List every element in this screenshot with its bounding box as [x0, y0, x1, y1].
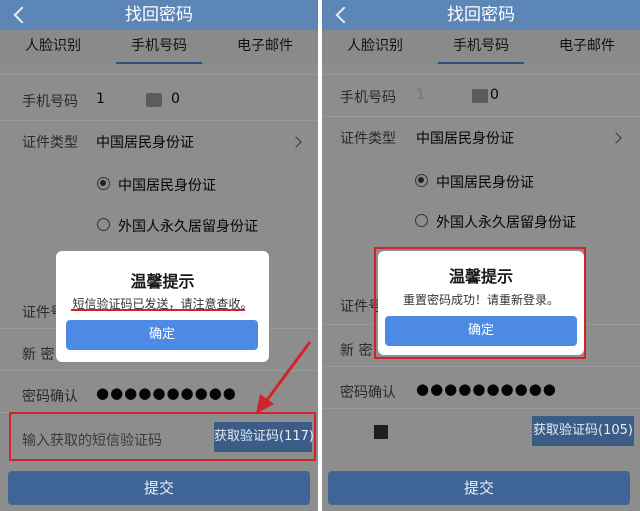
confirm-password-label: 密码确认 [340, 385, 396, 401]
page-title: 找回密码 [447, 5, 515, 25]
redacted-digits [472, 89, 488, 103]
radio-foreigner-id-label: 外国人永久居留身份证 [436, 215, 576, 231]
divider [322, 408, 640, 409]
phone-value-start: 1 [416, 87, 425, 103]
id-type-value[interactable]: 中国居民身份证 [416, 128, 514, 148]
page-title: 找回密码 [125, 5, 193, 25]
id-type-value[interactable]: 中国居民身份证 [96, 132, 194, 152]
dialog-title: 温馨提示 [130, 272, 195, 291]
header-bar: 找回密码 [0, 0, 318, 30]
chevron-right-icon[interactable] [610, 132, 622, 144]
phone-label: 手机号码 [340, 90, 396, 106]
tab-phone-number[interactable]: 手机号码 [106, 30, 212, 64]
tab-face-recognition[interactable]: 人脸识别 [0, 30, 106, 64]
confirm-password-input[interactable]: ●●●●●●●●●● [416, 380, 557, 398]
annotation-arrow-icon [256, 341, 312, 414]
tab-label: 手机号码 [453, 38, 509, 54]
id-type-label: 证件类型 [340, 131, 396, 147]
header-bar: 找回密码 [322, 0, 640, 30]
divider [322, 116, 640, 117]
tab-bar: 人脸识别 手机号码 电子邮件 [0, 30, 318, 64]
annotation-underline [71, 309, 245, 311]
tab-phone-number[interactable]: 手机号码 [428, 30, 534, 64]
phone-value-end: 0 [171, 91, 180, 107]
tab-label: 手机号码 [131, 38, 187, 54]
radio-chinese-id-label: 中国居民身份证 [436, 175, 534, 191]
new-password-label: 新 密 [340, 343, 373, 359]
id-type-label: 证件类型 [22, 135, 78, 151]
tab-email[interactable]: 电子邮件 [212, 30, 318, 64]
annotation-box [374, 247, 586, 359]
get-code-button[interactable]: 获取验证码(105) [532, 416, 634, 446]
radio-chinese-id-label: 中国居民身份证 [118, 178, 216, 194]
phone-label: 手机号码 [22, 94, 78, 110]
divider [0, 120, 318, 121]
dialog-confirm-button[interactable]: 确定 [66, 320, 258, 350]
redacted-digits [146, 93, 162, 107]
left-screenshot: 找回密码 人脸识别 手机号码 电子邮件 手机号码 1 0 证件类型 中国居民身份… [0, 0, 318, 511]
divider [0, 74, 318, 75]
radio-foreigner-id-label: 外国人永久居留身份证 [118, 219, 258, 235]
radio-foreigner-id[interactable] [415, 214, 428, 227]
phone-value-start: 1 [96, 91, 105, 107]
right-screenshot: 找回密码 人脸识别 手机号码 电子邮件 手机号码 1 0 证件类型 中国居民身份… [322, 0, 640, 511]
submit-button[interactable]: 提交 [8, 471, 310, 505]
submit-button[interactable]: 提交 [328, 471, 630, 505]
phone-value-end: 0 [490, 87, 499, 103]
alert-dialog: 温馨提示 短信验证码已发送，请注意查收。 确定 [56, 251, 269, 362]
confirm-password-label: 密码确认 [22, 389, 78, 405]
divider [322, 366, 640, 367]
confirm-password-input[interactable]: ●●●●●●●●●● [96, 384, 237, 402]
annotation-box [9, 412, 316, 461]
radio-chinese-id[interactable] [415, 174, 428, 187]
tab-bar: 人脸识别 手机号码 电子邮件 [322, 30, 640, 64]
radio-foreigner-id[interactable] [97, 218, 110, 231]
tab-email[interactable]: 电子邮件 [534, 30, 640, 64]
new-password-label: 新 密 [22, 347, 55, 363]
redacted-code [374, 425, 388, 439]
radio-chinese-id[interactable] [97, 177, 110, 190]
chevron-right-icon[interactable] [290, 136, 302, 148]
tab-face-recognition[interactable]: 人脸识别 [322, 30, 428, 64]
divider [322, 74, 640, 75]
